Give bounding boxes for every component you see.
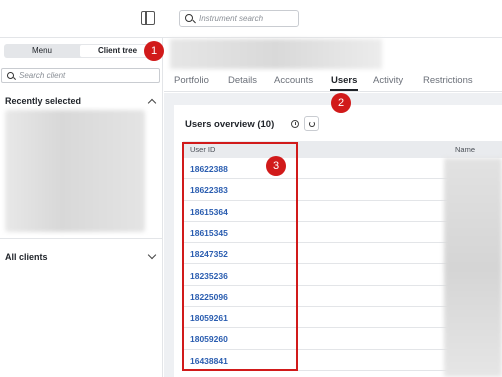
tab-restrictions[interactable]: Restrictions [423,75,473,86]
sidebar: Menu Client tree Search client Recently … [0,38,163,377]
client-name-redacted [170,39,382,69]
top-bar: Instrument search [0,0,502,38]
recently-selected-heading: Recently selected [5,96,82,106]
refresh-icon [308,120,315,127]
client-search-placeholder: Search client [19,71,66,80]
tab-accounts[interactable]: Accounts [274,75,313,86]
table-row[interactable]: 18059260 [183,328,453,350]
all-clients-heading: All clients [5,252,48,262]
user-id-link[interactable]: 18615345 [190,228,228,238]
tab-activity[interactable]: Activity [373,75,403,86]
users-table-header: User ID Name [183,141,502,158]
client-search-input[interactable]: Search client [1,68,160,83]
tab-portfolio[interactable]: Portfolio [174,75,209,86]
annotation-badge-1: 1 [144,41,164,61]
menu-tab-button[interactable]: Menu [5,45,79,57]
search-icon [185,14,193,22]
user-id-link[interactable]: 16438841 [190,356,228,366]
sidebar-toggle-icon[interactable] [141,11,155,25]
search-icon [7,72,14,79]
clock-icon [291,120,299,128]
refresh-button[interactable] [304,116,319,131]
recent-clients-list-redacted [5,110,145,232]
user-id-link[interactable]: 18235236 [190,271,228,281]
table-row[interactable]: 18059261 [183,307,453,329]
table-row[interactable]: 18615345 [183,222,453,244]
table-row[interactable]: 18235236 [183,265,453,286]
user-names-redacted [444,158,502,377]
user-id-link[interactable]: 18622388 [190,164,228,174]
table-row[interactable]: 18225096 [183,286,453,308]
client-tabs: Portfolio Details Accounts Users Activit… [164,70,502,92]
tab-users[interactable]: Users [329,75,359,91]
user-id-link[interactable]: 18059261 [190,313,228,323]
chevron-up-icon[interactable] [147,98,157,108]
user-id-link[interactable]: 18059260 [190,334,228,344]
table-row[interactable]: 18622383 [183,179,453,201]
user-id-link[interactable]: 18247352 [190,249,228,259]
table-row[interactable]: 18615364 [183,201,453,222]
column-header-user-id[interactable]: User ID [190,145,215,154]
user-id-link[interactable]: 18225096 [190,292,228,302]
column-header-name[interactable]: Name [455,145,475,154]
sidebar-divider [0,238,163,239]
instrument-search-input[interactable]: Instrument search [179,10,299,27]
user-id-link[interactable]: 18615364 [190,207,228,217]
main-content: Users overview (10) User ID Name 1862238… [164,93,502,377]
user-id-link[interactable]: 18622383 [190,185,228,195]
sidebar-view-switch: Menu Client tree [4,44,156,58]
chevron-down-icon[interactable] [147,250,157,260]
table-row[interactable]: 18247352 [183,243,453,265]
table-row[interactable]: 18622388 [183,158,453,180]
users-overview-card: Users overview (10) User ID Name 1862238… [174,105,502,377]
table-row[interactable]: 16438841 [183,350,453,371]
instrument-search-placeholder: Instrument search [199,14,264,23]
annotation-badge-2: 2 [331,93,351,113]
annotation-badge-3: 3 [266,156,286,176]
tab-details[interactable]: Details [228,75,257,86]
users-overview-title: Users overview (10) [185,119,275,130]
